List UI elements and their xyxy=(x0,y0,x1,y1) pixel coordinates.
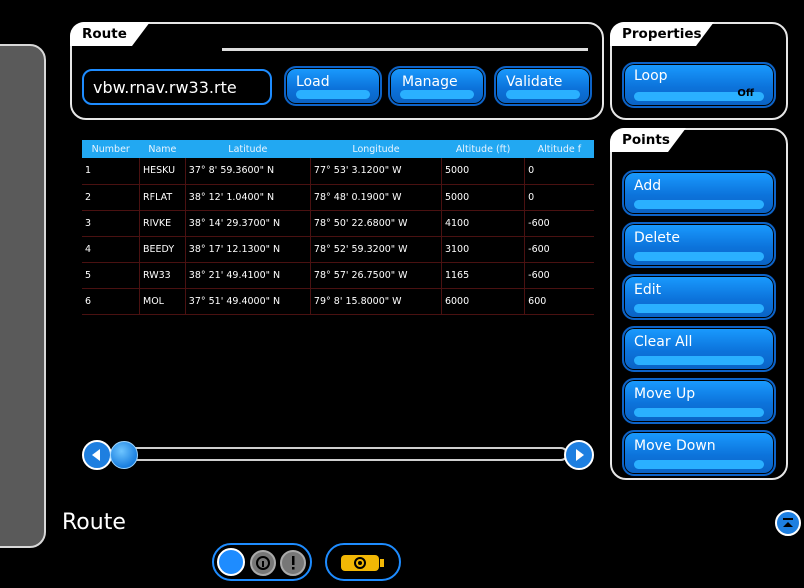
cell-altitude-ft: 5000 xyxy=(441,184,526,211)
route-panel: Route vbw.rnav.rw33.rte Load Manage Vali… xyxy=(70,22,604,120)
cell-name: RW33 xyxy=(139,262,186,289)
move-up-label: Move Up xyxy=(634,386,696,402)
add-label: Add xyxy=(634,178,662,194)
cell-latitude: 38° 17' 12.1300" N xyxy=(185,236,311,263)
cell-altitude-ft: 3100 xyxy=(441,236,526,263)
cell-number: 4 xyxy=(82,236,140,263)
cell-latitude: 37° 51' 49.4000" N xyxy=(185,288,311,315)
clear-all-button[interactable]: Clear All xyxy=(622,326,776,372)
alert-icon xyxy=(292,556,295,570)
cell-altitude-f: -600 xyxy=(524,262,594,289)
cell-altitude-ft: 4100 xyxy=(441,210,526,237)
cell-longitude: 78° 50' 22.6800" W xyxy=(310,210,442,237)
table-row[interactable]: 5 RW33 38° 21' 49.4100" N 78° 57' 26.750… xyxy=(82,262,594,289)
add-point-button[interactable]: Add xyxy=(622,170,776,216)
battery-nub xyxy=(380,559,384,567)
cell-number: 6 xyxy=(82,288,140,315)
status-indicators[interactable] xyxy=(212,543,312,581)
manage-button-label: Manage xyxy=(402,74,458,90)
load-button-label: Load xyxy=(296,74,330,90)
cell-longitude: 78° 52' 59.3200" W xyxy=(310,236,442,263)
header-number[interactable]: Number xyxy=(82,140,140,158)
cell-altitude-f: -600 xyxy=(524,210,594,237)
validate-button-label: Validate xyxy=(506,74,563,90)
collapse-button[interactable] xyxy=(775,510,801,536)
validate-button[interactable]: Validate xyxy=(494,66,592,106)
cell-name: HESKU xyxy=(139,158,186,185)
page-title: Route xyxy=(62,510,126,535)
cell-longitude: 78° 57' 26.7500" W xyxy=(310,262,442,289)
cell-name: RFLAT xyxy=(139,184,186,211)
cell-number: 3 xyxy=(82,210,140,237)
cell-altitude-ft: 5000 xyxy=(441,158,526,185)
properties-panel-tab: Properties xyxy=(610,22,714,46)
collapse-up-icon xyxy=(783,518,793,527)
scrollbar-thumb[interactable] xyxy=(110,441,138,469)
move-down-label: Move Down xyxy=(634,438,716,454)
cell-name: MOL xyxy=(139,288,186,315)
route-divider xyxy=(222,48,588,51)
cell-number: 5 xyxy=(82,262,140,289)
cell-altitude-f: 0 xyxy=(524,158,594,185)
header-name[interactable]: Name xyxy=(140,140,186,158)
cell-latitude: 38° 21' 49.4100" N xyxy=(185,262,311,289)
edit-point-button[interactable]: Edit xyxy=(622,274,776,320)
load-button[interactable]: Load xyxy=(284,66,382,106)
edit-label: Edit xyxy=(634,282,662,298)
cell-number: 2 xyxy=(82,184,140,211)
cell-altitude-ft: 1165 xyxy=(441,262,526,289)
cell-latitude: 38° 12' 1.0400" N xyxy=(185,184,311,211)
waypoints-table: Number Name Latitude Longitude Altitude … xyxy=(82,140,594,340)
cell-altitude-f: 600 xyxy=(524,288,594,315)
cell-latitude: 38° 14' 29.3700" N xyxy=(185,210,311,237)
info-status-icon[interactable] xyxy=(250,550,276,576)
cell-longitude: 77° 53' 3.1200" W xyxy=(310,158,442,185)
route-file-field[interactable]: vbw.rnav.rw33.rte xyxy=(82,69,272,105)
active-status-dot[interactable] xyxy=(217,548,245,576)
header-longitude[interactable]: Longitude xyxy=(310,140,441,158)
move-down-button[interactable]: Move Down xyxy=(622,430,776,476)
table-row[interactable]: 4 BEEDY 38° 17' 12.1300" N 78° 52' 59.32… xyxy=(82,236,594,263)
delete-label: Delete xyxy=(634,230,680,246)
table-header-row: Number Name Latitude Longitude Altitude … xyxy=(82,140,594,158)
loop-label: Loop xyxy=(634,68,668,84)
info-icon xyxy=(256,556,270,570)
properties-panel: Properties Loop Off xyxy=(610,22,788,120)
table-row[interactable]: 2 RFLAT 38° 12' 1.0400" N 78° 48' 0.1900… xyxy=(82,184,594,211)
cell-altitude-f: -600 xyxy=(524,236,594,263)
table-row[interactable]: 1 HESKU 37° 8' 59.3600" N 77° 53' 3.1200… xyxy=(82,158,594,185)
cell-longitude: 78° 48' 0.1900" W xyxy=(310,184,442,211)
cell-number: 1 xyxy=(82,158,140,185)
scroll-right-button[interactable] xyxy=(564,440,594,470)
points-panel: Points Add Delete Edit Clear All Move Up… xyxy=(610,128,788,480)
table-row[interactable]: 3 RIVKE 38° 14' 29.3700" N 78° 50' 22.68… xyxy=(82,210,594,237)
side-drawer-tab[interactable] xyxy=(0,44,46,548)
cell-name: BEEDY xyxy=(139,236,186,263)
alert-status-icon[interactable] xyxy=(280,550,306,576)
horizontal-scrollbar[interactable] xyxy=(114,447,568,461)
cell-altitude-f: 0 xyxy=(524,184,594,211)
chevron-right-icon xyxy=(576,449,584,461)
battery-indicator[interactable] xyxy=(325,543,401,581)
header-latitude[interactable]: Latitude xyxy=(185,140,310,158)
clear-all-label: Clear All xyxy=(634,334,693,350)
battery-icon xyxy=(341,555,379,571)
cell-name: RIVKE xyxy=(139,210,186,237)
cell-longitude: 79° 8' 15.8000" W xyxy=(310,288,442,315)
loop-value: Off xyxy=(737,88,754,99)
scroll-left-button[interactable] xyxy=(82,440,112,470)
cell-latitude: 37° 8' 59.3600" N xyxy=(185,158,311,185)
chevron-left-icon xyxy=(92,449,100,461)
route-panel-tab: Route xyxy=(70,22,150,46)
points-panel-tab: Points xyxy=(610,128,686,152)
loop-toggle-button[interactable]: Loop Off xyxy=(622,62,776,108)
cell-altitude-ft: 6000 xyxy=(441,288,526,315)
table-row[interactable]: 6 MOL 37° 51' 49.4000" N 79° 8' 15.8000"… xyxy=(82,288,594,315)
header-altitude-f[interactable]: Altitude f xyxy=(525,140,594,158)
manage-button[interactable]: Manage xyxy=(388,66,486,106)
delete-point-button[interactable]: Delete xyxy=(622,222,776,268)
move-up-button[interactable]: Move Up xyxy=(622,378,776,424)
header-altitude-ft[interactable]: Altitude (ft) xyxy=(441,140,524,158)
